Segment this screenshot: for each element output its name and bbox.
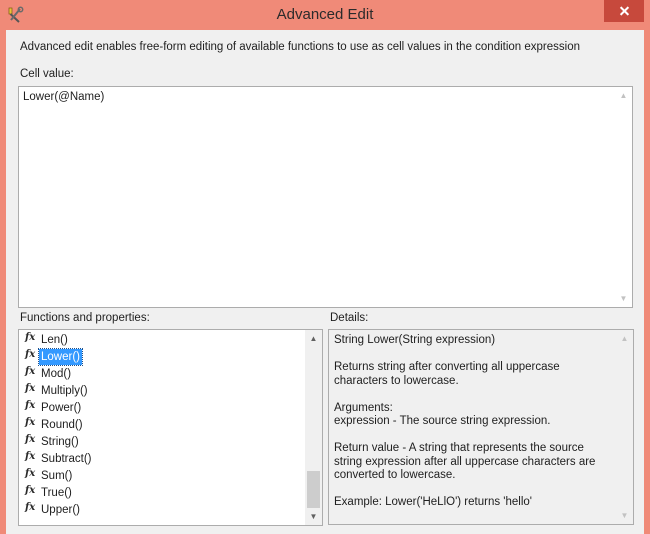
fx-icon: fx <box>25 451 36 462</box>
description-text: Advanced edit enables free-form editing … <box>20 41 581 53</box>
function-name: True() <box>41 487 72 499</box>
details-summary: Returns string after converting all uppe… <box>334 361 560 387</box>
function-list-item[interactable]: fx Lower() <box>19 348 307 366</box>
scroll-up-arrow-icon[interactable]: ▲ <box>615 87 632 104</box>
scroll-up-arrow-icon[interactable]: ▲ <box>305 330 322 347</box>
scroll-down-arrow-icon[interactable]: ▼ <box>616 507 633 524</box>
function-list-item[interactable]: fx True() <box>19 484 307 501</box>
fx-icon: fx <box>25 400 36 411</box>
fx-icon: fx <box>25 502 36 513</box>
scroll-up-arrow-icon[interactable]: ▲ <box>616 330 633 347</box>
function-list-item[interactable]: fx String() <box>19 433 307 450</box>
details-arguments: expression - The source string expressio… <box>334 415 551 427</box>
function-name: Mod() <box>41 368 72 380</box>
details-text: String Lower(String expression) Returns … <box>334 334 614 523</box>
function-list-item[interactable]: fx Upper() <box>19 501 307 518</box>
function-name: Round() <box>41 419 83 431</box>
fx-icon: fx <box>25 332 36 343</box>
close-button[interactable] <box>604 0 644 22</box>
fx-icon: fx <box>25 366 36 377</box>
scroll-down-arrow-icon[interactable]: ▼ <box>615 290 632 307</box>
functions-scrollbar[interactable]: ▲ ▼ <box>305 330 322 525</box>
cell-value-label: Cell value: <box>20 68 74 80</box>
function-list-item[interactable]: fx Power() <box>19 399 307 416</box>
function-name: Multiply() <box>41 385 88 397</box>
function-list-item[interactable]: fx Multiply() <box>19 382 307 399</box>
details-signature: String Lower(String expression) <box>334 334 496 346</box>
function-name: Subtract() <box>41 453 92 465</box>
scroll-down-arrow-icon[interactable]: ▼ <box>305 508 322 525</box>
function-list-item[interactable]: fx Sum() <box>19 467 307 484</box>
function-name: Lower() <box>38 348 83 366</box>
fx-icon: fx <box>25 383 36 394</box>
details-return-value: Return value - A string that represents … <box>334 442 596 481</box>
scrollbar-thumb[interactable] <box>307 471 320 508</box>
function-name: String() <box>41 436 79 448</box>
advanced-edit-window: Advanced Edit Advanced edit enables free… <box>0 0 650 534</box>
function-name: Power() <box>41 402 82 414</box>
fx-icon: fx <box>25 434 36 445</box>
fx-icon: fx <box>25 349 36 360</box>
function-name: Upper() <box>41 504 80 516</box>
function-list-item[interactable]: fx Len() <box>19 331 307 348</box>
title-bar[interactable]: Advanced Edit <box>0 0 650 30</box>
fx-icon: fx <box>25 468 36 479</box>
cell-value-scrollbar[interactable]: ▲ ▼ <box>615 87 632 307</box>
function-list-item[interactable]: fx Mod() <box>19 365 307 382</box>
function-list-item[interactable]: fx Subtract() <box>19 450 307 467</box>
details-scrollbar[interactable]: ▲ ▼ <box>616 330 633 524</box>
dialog-body: Advanced edit enables free-form editing … <box>6 30 644 534</box>
window-title: Advanced Edit <box>276 6 374 23</box>
function-list-item[interactable]: fx Round() <box>19 416 307 433</box>
cell-value-text: Lower(@Name) <box>23 91 105 103</box>
details-label: Details: <box>330 312 369 324</box>
function-name: Sum() <box>41 470 73 482</box>
functions-label: Functions and properties: <box>20 312 150 324</box>
functions-list[interactable]: ▲ ▼ fx Len() fx Lower() fx Mod() fx Multiply() f… <box>18 329 323 526</box>
details-panel: String Lower(String expression) Returns … <box>328 329 634 525</box>
cell-value-textarea[interactable]: Lower(@Name) ▲ ▼ <box>18 86 633 308</box>
function-name: Len() <box>41 334 68 346</box>
fx-icon: fx <box>25 417 36 428</box>
fx-icon: fx <box>25 485 36 496</box>
details-example: Example: Lower('HeLlO') returns 'hello' <box>334 496 532 508</box>
details-arguments-heading: Arguments: <box>334 401 393 414</box>
